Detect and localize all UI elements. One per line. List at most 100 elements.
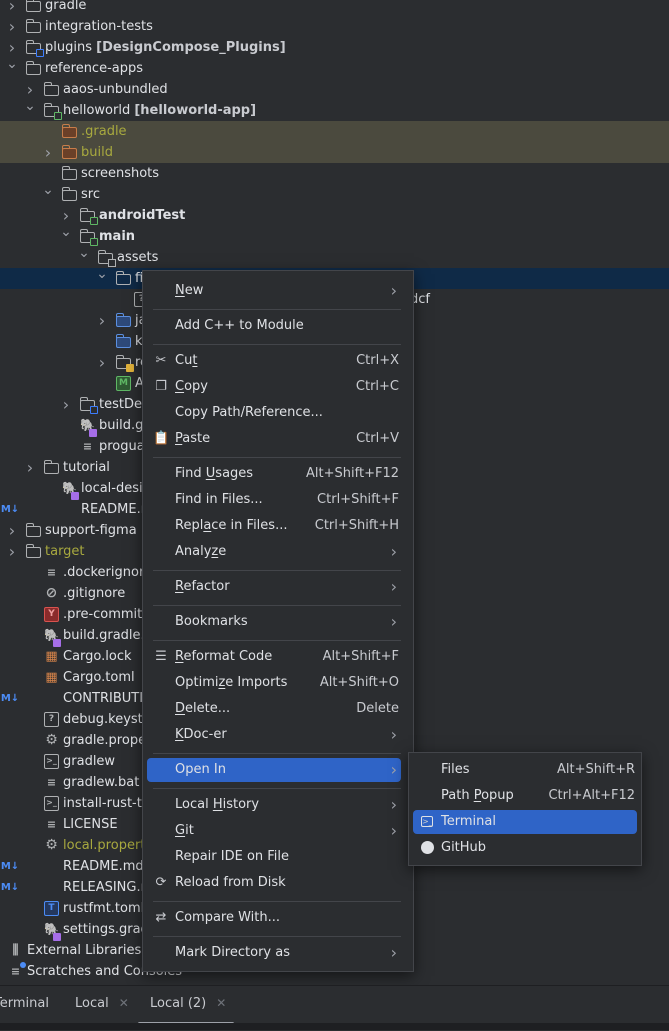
manifest-file-icon: M (116, 376, 131, 391)
chevron-right-icon[interactable] (96, 352, 108, 375)
menu-item-bookmarks[interactable]: Bookmarks › (147, 610, 401, 634)
menu-item-label: Compare With... (175, 910, 281, 925)
chevron-right-icon[interactable] (6, 16, 18, 39)
tree-row-label: gradle (45, 0, 87, 13)
menu-item-find-in-files[interactable]: Find in Files... Ctrl+Shift+F (147, 488, 401, 512)
tree-row-label: support-figma (45, 523, 137, 538)
chevron-right-icon[interactable] (42, 142, 54, 165)
folder-icon (25, 523, 41, 537)
menu-item-label: Git (175, 823, 194, 838)
menu-item-refactor[interactable]: Refactor › (147, 575, 401, 599)
menu-item-label: Terminal (441, 814, 496, 829)
tree-row[interactable]: aaos-unbundled (0, 79, 669, 100)
chevron-right-icon[interactable] (96, 310, 108, 333)
chevron-right-icon[interactable] (6, 520, 18, 543)
tree-row[interactable]: build (0, 142, 669, 163)
chevron-right-icon[interactable] (60, 394, 72, 417)
submenu-item-path-popup[interactable]: Path Popup Ctrl+Alt+F12 (413, 784, 637, 808)
tree-row[interactable]: helloworld [helloworld-app] (0, 100, 669, 121)
menu-item-new[interactable]: New › (147, 279, 401, 303)
module-folder-icon (79, 229, 98, 246)
tree-row-label: testDel (99, 397, 146, 412)
tree-row-label: .dockerignore (63, 565, 153, 580)
reformat-icon: ☰ (155, 649, 167, 664)
menu-item-compare-with[interactable]: ⇄ Compare With... (147, 906, 401, 930)
menu-item-reformat-code[interactable]: ☰ Reformat Code Alt+Shift+F (147, 645, 401, 669)
tree-row[interactable]: reference-apps (0, 58, 669, 79)
chevron-right-icon[interactable] (6, 541, 18, 564)
menu-item-paste[interactable]: 📋 Paste Ctrl+V (147, 427, 401, 451)
menu-item-label: Repair IDE on File (175, 849, 290, 864)
markdown-file-icon: M↓ (0, 882, 20, 893)
cargo-file-icon: ▦ (45, 670, 58, 685)
terminal-tab-local-2[interactable]: Local (2) ✕ (150, 996, 226, 1011)
gradle-kotlin-file-icon: 🐘 (44, 922, 61, 941)
chevron-right-icon[interactable] (24, 457, 36, 480)
yaml-file-icon: Y (44, 607, 59, 622)
menu-item-label: Open In (175, 762, 226, 777)
terminal-tab-local[interactable]: Local ✕ (75, 996, 129, 1011)
menu-item-find-usages[interactable]: Find Usages Alt+Shift+F12 (147, 462, 401, 486)
menu-item-repair-ide-on-file[interactable]: Repair IDE on File (147, 845, 401, 869)
menu-separator (153, 753, 401, 754)
folder-icon (43, 82, 59, 96)
menu-item-add-c++-to-module[interactable]: Add C++ to Module (147, 314, 401, 338)
menu-item-label: Find in Files... (175, 492, 263, 507)
menu-item-open-in[interactable]: Open In › (147, 758, 401, 782)
chevron-right-icon: › (390, 281, 397, 300)
menu-item-shortcut: Ctrl+Shift+H (314, 518, 399, 533)
tree-row-label: Cargo.toml (63, 670, 135, 685)
tree-row[interactable]: gradle (0, 0, 669, 16)
tree-row-label: README.md (63, 859, 144, 874)
chevron-right-icon: › (390, 612, 397, 631)
chevron-right-icon: › (390, 542, 397, 561)
menu-item-label: Path Popup (441, 788, 514, 803)
submenu-item-terminal[interactable]: >_ Terminal (413, 810, 637, 834)
menu-item-label: Reformat Code (175, 649, 273, 664)
menu-item-analyze[interactable]: Analyze › (147, 540, 401, 564)
menu-separator (153, 605, 401, 606)
chevron-down-icon[interactable] (6, 58, 18, 79)
tree-row-label: aaos-unbundled (63, 82, 168, 97)
menu-item-delete[interactable]: Delete... Delete (147, 697, 401, 721)
tree-row[interactable]: .gradle (0, 121, 669, 142)
close-icon[interactable]: ✕ (119, 996, 129, 1010)
folder-icon (115, 271, 131, 285)
tree-row[interactable]: plugins [DesignCompose_Plugins] (0, 37, 669, 58)
tree-row-label: helloworld [helloworld-app] (63, 103, 257, 118)
chevron-down-icon[interactable] (78, 247, 90, 268)
menu-item-git[interactable]: Git › (147, 819, 401, 843)
toml-file-icon: T (44, 901, 59, 916)
close-icon[interactable]: ✕ (216, 996, 226, 1010)
menu-item-local-history[interactable]: Local History › (147, 793, 401, 817)
properties-file-icon: ⚙ (45, 837, 58, 853)
menu-item-shortcut: Delete (356, 701, 399, 716)
chevron-down-icon[interactable] (60, 226, 72, 247)
terminal-content[interactable] (0, 1023, 669, 1030)
menu-item-kdoc-er[interactable]: KDoc-er › (147, 723, 401, 747)
tree-row[interactable]: assets (0, 247, 669, 268)
menu-item-cut[interactable]: ✂ Cut Ctrl+X (147, 349, 401, 373)
chevron-down-icon[interactable] (96, 268, 108, 289)
properties-file-icon: ⚙ (45, 732, 58, 748)
chevron-right-icon: › (390, 943, 397, 962)
menu-item-reload-from-disk[interactable]: ⟳ Reload from Disk (147, 871, 401, 895)
submenu-item-files[interactable]: Files Alt+Shift+R (413, 758, 637, 782)
menu-item-replace-in-files[interactable]: Replace in Files... Ctrl+Shift+H (147, 514, 401, 538)
menu-item-optimize-imports[interactable]: Optimize Imports Alt+Shift+O (147, 671, 401, 695)
menu-item-copy[interactable]: ❐ Copy Ctrl+C (147, 375, 401, 399)
tree-row[interactable]: src (0, 184, 669, 205)
folder-icon (25, 0, 41, 12)
chevron-down-icon[interactable] (24, 100, 36, 121)
tree-row[interactable]: androidTest (0, 205, 669, 226)
menu-item-copy-path-reference[interactable]: Copy Path/Reference... (147, 401, 401, 425)
tree-row[interactable]: main (0, 226, 669, 247)
menu-item-label: Files (441, 762, 470, 777)
tree-row[interactable]: integration-tests (0, 16, 669, 37)
menu-item-shortcut: Alt+Shift+O (319, 675, 399, 690)
tree-row[interactable]: screenshots (0, 163, 669, 184)
submenu-item-github[interactable]: GitHub (413, 836, 637, 860)
gradle-kotlin-file-icon: 🐘 (80, 418, 97, 437)
chevron-down-icon[interactable] (42, 184, 54, 205)
menu-item-mark-directory-as[interactable]: Mark Directory as › (147, 941, 401, 965)
